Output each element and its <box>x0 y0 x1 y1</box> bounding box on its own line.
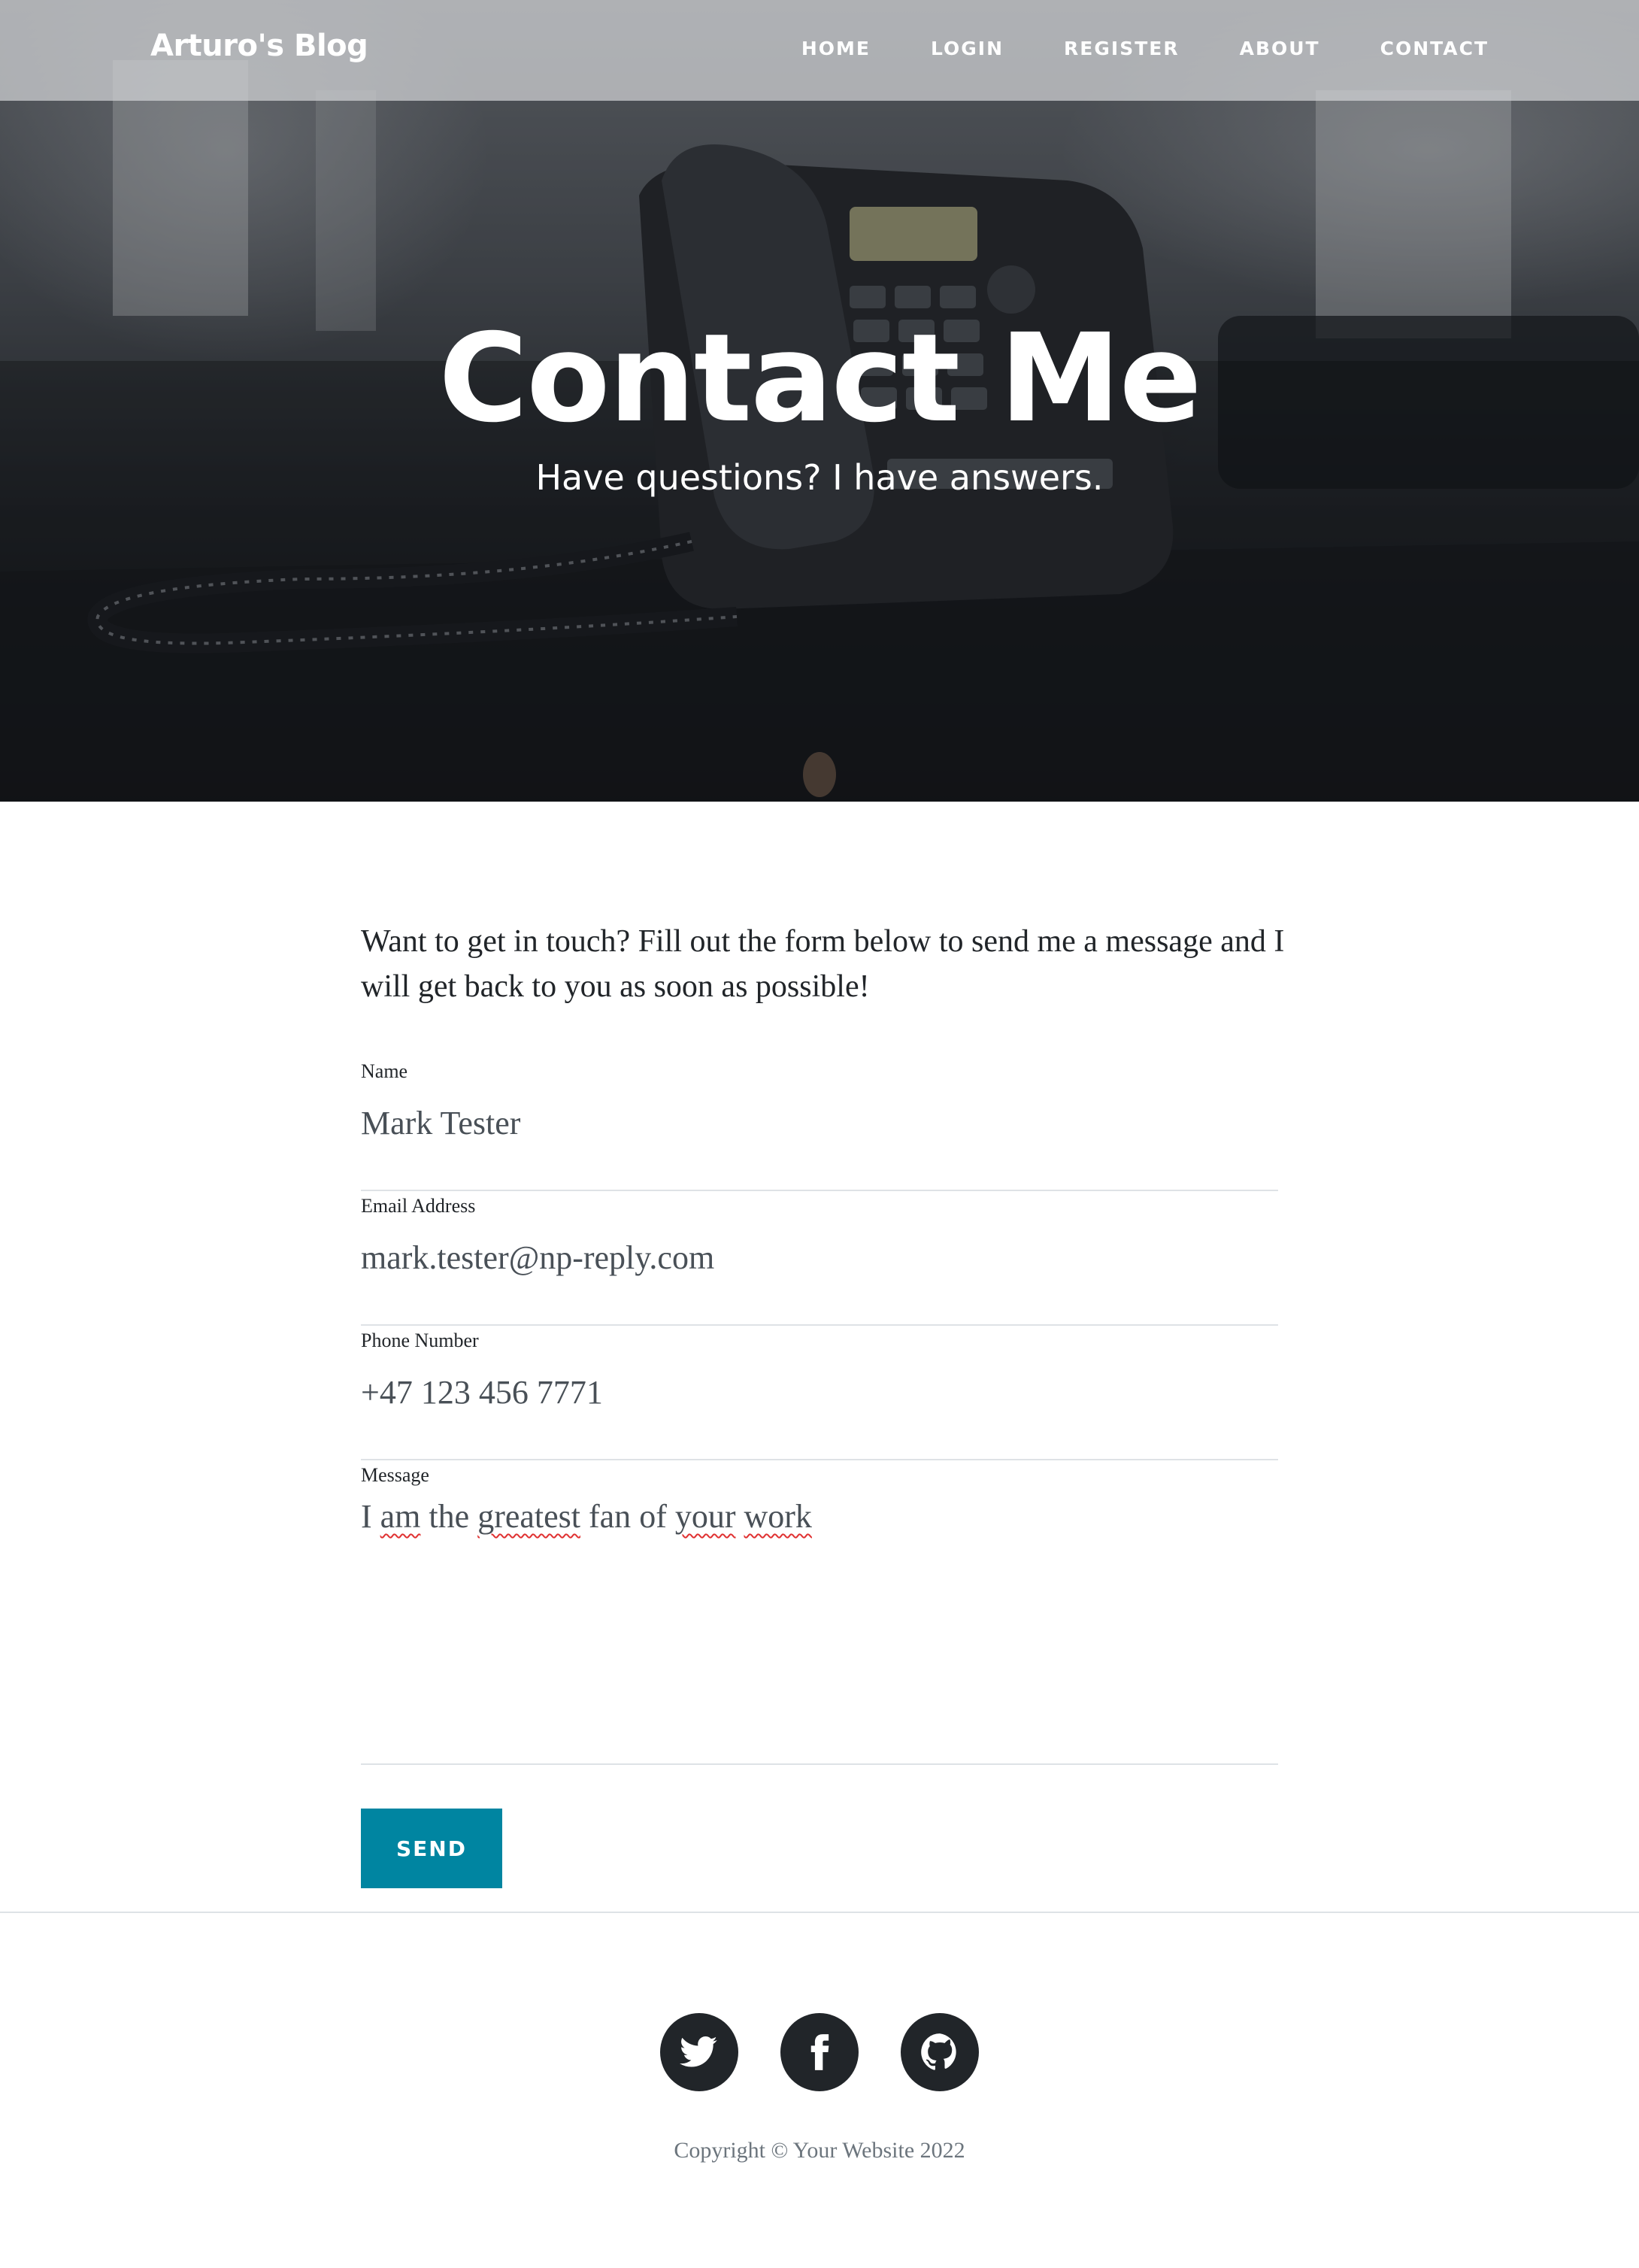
send-button[interactable]: Send <box>361 1809 502 1888</box>
intro-text: Want to get in touch? Fill out the form … <box>361 924 1285 1004</box>
copyright-text: Copyright © Your Website 2022 <box>674 2138 965 2163</box>
message-textarea[interactable]: I am the greatest fan of your work <box>361 1497 812 1536</box>
social-links <box>660 2013 979 2091</box>
message-word-misspelled: am <box>380 1498 421 1535</box>
nav-link-contact[interactable]: Contact <box>1380 38 1489 59</box>
phone-label: Phone Number <box>361 1330 479 1351</box>
facebook-icon <box>810 2034 829 2070</box>
github-icon <box>921 2033 956 2070</box>
message-word: fan <box>589 1498 632 1535</box>
page-header: Arturo's Blog Home Login Register About … <box>0 0 1639 802</box>
top-navbar: Arturo's Blog Home Login Register About … <box>0 0 1639 101</box>
page-subtitle: Have questions? I have answers. <box>535 457 1104 498</box>
footer-divider <box>0 1912 1639 1913</box>
message-field[interactable]: Message I am the greatest fan of your wo… <box>361 1464 1278 1765</box>
email-input[interactable]: mark.tester@np-reply.com <box>361 1239 714 1277</box>
message-word-misspelled: greatest <box>477 1498 580 1535</box>
name-input[interactable]: Mark Tester <box>361 1104 520 1142</box>
facebook-link[interactable] <box>780 2013 859 2091</box>
nav-link-home[interactable]: Home <box>801 38 871 59</box>
twitter-icon <box>680 2036 717 2067</box>
email-label: Email Address <box>361 1195 476 1217</box>
phone-input[interactable]: +47 123 456 7771 <box>361 1373 603 1411</box>
twitter-link[interactable] <box>660 2013 738 2091</box>
name-field[interactable]: Name Mark Tester <box>361 1060 1278 1191</box>
page-title: Contact Me <box>438 308 1201 450</box>
nav-link-login[interactable]: Login <box>931 38 1004 59</box>
message-word: the <box>429 1498 470 1535</box>
github-link[interactable] <box>901 2013 979 2091</box>
message-word: I <box>361 1498 372 1535</box>
message-word-misspelled: your <box>674 1498 736 1535</box>
message-word: of <box>639 1498 667 1535</box>
name-label: Name <box>361 1060 408 1082</box>
phone-field[interactable]: Phone Number +47 123 456 7771 <box>361 1330 1278 1460</box>
email-field[interactable]: Email Address mark.tester@np-reply.com <box>361 1195 1278 1326</box>
message-word-misspelled: work <box>744 1498 812 1535</box>
nav-links: Home Login Register About Contact <box>741 38 1489 59</box>
message-label: Message <box>361 1464 429 1486</box>
nav-link-about[interactable]: About <box>1240 38 1320 59</box>
brand-link[interactable]: Arturo's Blog <box>150 29 368 63</box>
nav-link-register[interactable]: Register <box>1064 38 1180 59</box>
